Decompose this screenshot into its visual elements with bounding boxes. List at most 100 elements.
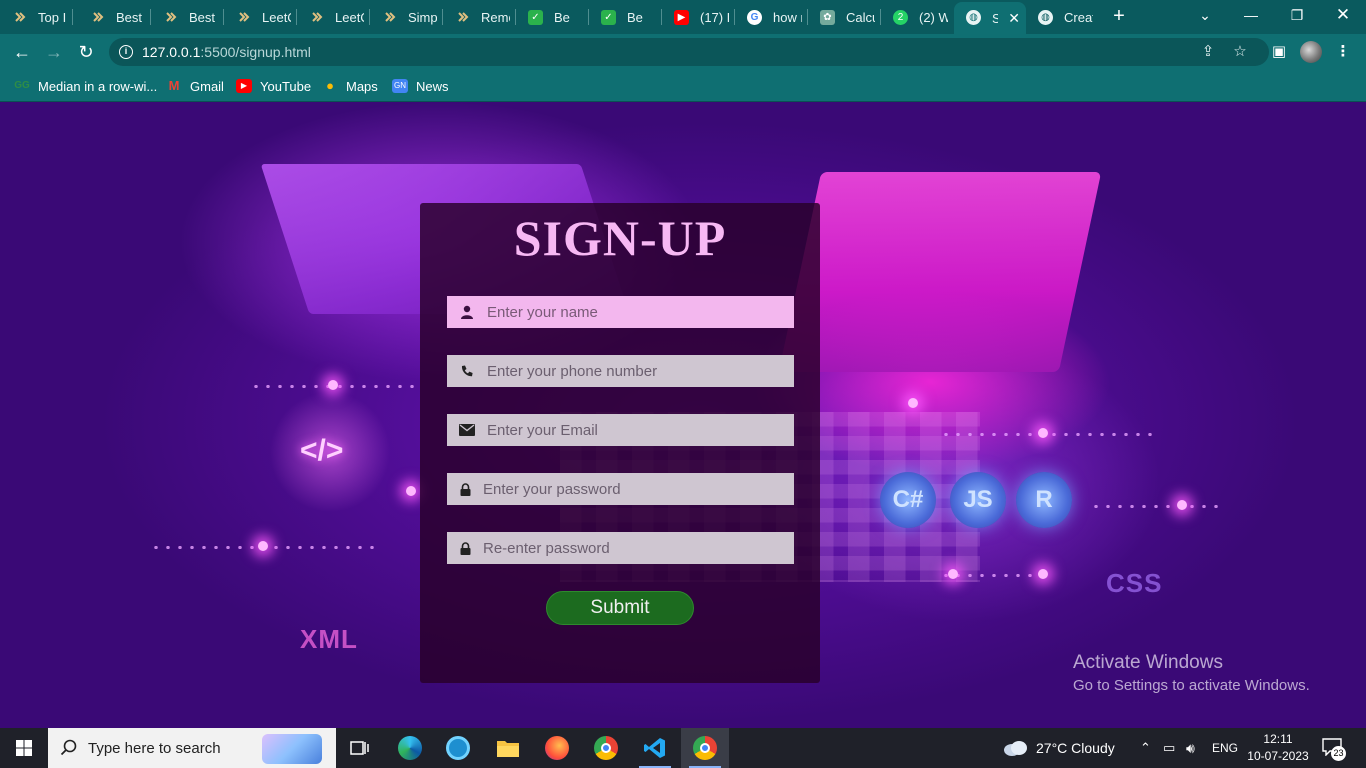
geeksforgeeks-icon: GG — [14, 80, 30, 91]
tab-9[interactable]: ✓ Be — [589, 2, 662, 32]
tab-1[interactable]: Top In — [0, 2, 73, 32]
bookmark-maps[interactable]: ● Maps — [322, 76, 378, 96]
password-field — [447, 473, 794, 505]
bookmark-gmail[interactable]: M Gmail — [166, 76, 224, 96]
tab-8[interactable]: ✓ Be — [516, 2, 589, 32]
codechef-icon — [309, 10, 324, 25]
tab-signup-active[interactable]: ◍ Si ✕ — [954, 2, 1026, 34]
google-icon: G — [747, 10, 762, 25]
tab-12[interactable]: ✿ Calcul — [808, 2, 881, 32]
tab-label: (2) W — [919, 9, 948, 25]
tab-label: Top In — [38, 9, 67, 25]
tab-15[interactable]: ◍ Create — [1026, 2, 1099, 32]
bookmark-geeksforgeeks[interactable]: GG Median in a row-wi... — [14, 76, 157, 96]
tab-label: how n — [773, 9, 802, 25]
tab-13[interactable]: 2 (2) W — [881, 2, 954, 32]
address-bar[interactable]: i 127.0.0.1:5500/signup.html ⇪ ☆ — [109, 38, 1269, 66]
tab-2[interactable]: Best T — [78, 2, 151, 32]
decorative-glow — [948, 569, 958, 579]
weather-widget[interactable]: 27°C Cloudy — [1002, 728, 1115, 768]
restore-button[interactable]: ❐ — [1274, 0, 1320, 32]
bookmark-youtube[interactable]: ▶ YouTube — [236, 76, 311, 96]
notification-count-badge: 23 — [1331, 746, 1346, 761]
csharp-bubble: C# — [880, 472, 936, 528]
site-info-icon[interactable]: i — [119, 45, 133, 59]
background-monitor-right — [778, 172, 1102, 372]
tab-6[interactable]: Simpl — [370, 2, 443, 32]
watermark-subtitle: Go to Settings to activate Windows. — [1073, 677, 1310, 694]
side-panel-icon[interactable]: ▣ — [1269, 42, 1289, 62]
submit-button[interactable]: Submit — [546, 591, 694, 625]
tab-5[interactable]: LeetC — [297, 2, 370, 32]
meet-now-icon[interactable]: ▭ — [1163, 728, 1175, 768]
tab-label: Simpl — [408, 9, 437, 25]
back-button[interactable]: ← — [10, 40, 34, 64]
decorative-glow — [1038, 428, 1048, 438]
tab-label: Best T — [189, 9, 218, 25]
vscode-app-button[interactable] — [631, 728, 679, 768]
decorative-glow — [1177, 500, 1187, 510]
task-view-icon — [350, 741, 369, 755]
watermark-title: Activate Windows — [1073, 652, 1223, 673]
tab-close-icon[interactable]: ✕ — [1008, 10, 1020, 27]
share-icon[interactable]: ⇪ — [1198, 42, 1218, 62]
file-explorer-button[interactable] — [484, 728, 532, 768]
tab-search-chevron-icon[interactable]: ⌄ — [1182, 0, 1228, 32]
news-icon: GN — [392, 79, 408, 93]
code-brackets-icon: </> — [300, 434, 344, 467]
app-icon — [446, 736, 470, 760]
tab-4[interactable]: LeetC — [224, 2, 297, 32]
tab-10[interactable]: ▶ (17) L — [662, 2, 735, 32]
tab-7[interactable]: Remo — [443, 2, 516, 32]
firefox-icon — [545, 736, 569, 760]
bookmark-news[interactable]: GN News — [392, 76, 449, 96]
name-input[interactable] — [487, 297, 777, 327]
minimize-button[interactable]: — — [1228, 0, 1274, 32]
tab-label: Best T — [116, 9, 145, 25]
folder-icon — [497, 741, 519, 757]
phone-input[interactable] — [487, 356, 777, 386]
vscode-icon — [644, 738, 665, 758]
reload-button[interactable]: ↻ — [74, 40, 98, 64]
language-indicator[interactable]: ENG — [1212, 728, 1238, 768]
decorative-glow — [258, 541, 268, 551]
xml-label: XML — [300, 624, 358, 654]
confirm-password-input[interactable] — [483, 533, 773, 563]
tab-11[interactable]: G how n — [735, 2, 808, 32]
bookmark-star-icon[interactable]: ☆ — [1230, 42, 1250, 62]
chrome-app-button[interactable] — [582, 728, 630, 768]
email-input[interactable] — [487, 415, 777, 445]
taskbar-clock[interactable]: 12:11 10-07-2023 — [1247, 731, 1309, 765]
tab-label: (17) L — [700, 9, 729, 25]
task-view-button[interactable] — [336, 728, 384, 768]
weather-text: 27°C Cloudy — [1036, 740, 1115, 756]
decorative-glow — [908, 398, 918, 408]
start-button[interactable] — [0, 728, 48, 768]
css-label: CSS — [1106, 568, 1163, 598]
close-window-button[interactable]: ✕ — [1320, 0, 1366, 32]
menu-kebab-icon[interactable]: ⋮ — [1333, 42, 1353, 62]
codechef-icon — [90, 10, 105, 25]
edge-app-button[interactable] — [386, 728, 434, 768]
search-highlight-illustration — [262, 734, 322, 764]
show-hidden-icons-chevron[interactable]: ⌃ — [1140, 728, 1151, 768]
tab-3[interactable]: Best T — [151, 2, 224, 32]
browser-app-button[interactable] — [434, 728, 482, 768]
globe-icon: ◍ — [966, 10, 981, 25]
tab-label: Be — [554, 9, 570, 25]
checkbox-icon: ✓ — [601, 10, 616, 25]
new-tab-button[interactable]: + — [1109, 6, 1129, 26]
volume-icon[interactable]: 🔊︎ — [1186, 728, 1195, 768]
tab-label: Create — [1064, 9, 1093, 25]
taskbar-search-box[interactable]: Type here to search — [48, 728, 336, 768]
youtube-icon: ▶ — [236, 79, 252, 93]
cloud-icon — [1004, 741, 1027, 756]
name-field — [447, 296, 794, 328]
profile-avatar[interactable] — [1300, 41, 1322, 63]
notification-center-button[interactable]: 23 — [1322, 738, 1346, 761]
chrome-active-app-button[interactable] — [681, 728, 729, 768]
whatsapp-icon: 2 — [893, 10, 908, 25]
firefox-app-button[interactable] — [533, 728, 581, 768]
forward-button[interactable]: → — [42, 40, 66, 64]
password-input[interactable] — [483, 474, 773, 504]
